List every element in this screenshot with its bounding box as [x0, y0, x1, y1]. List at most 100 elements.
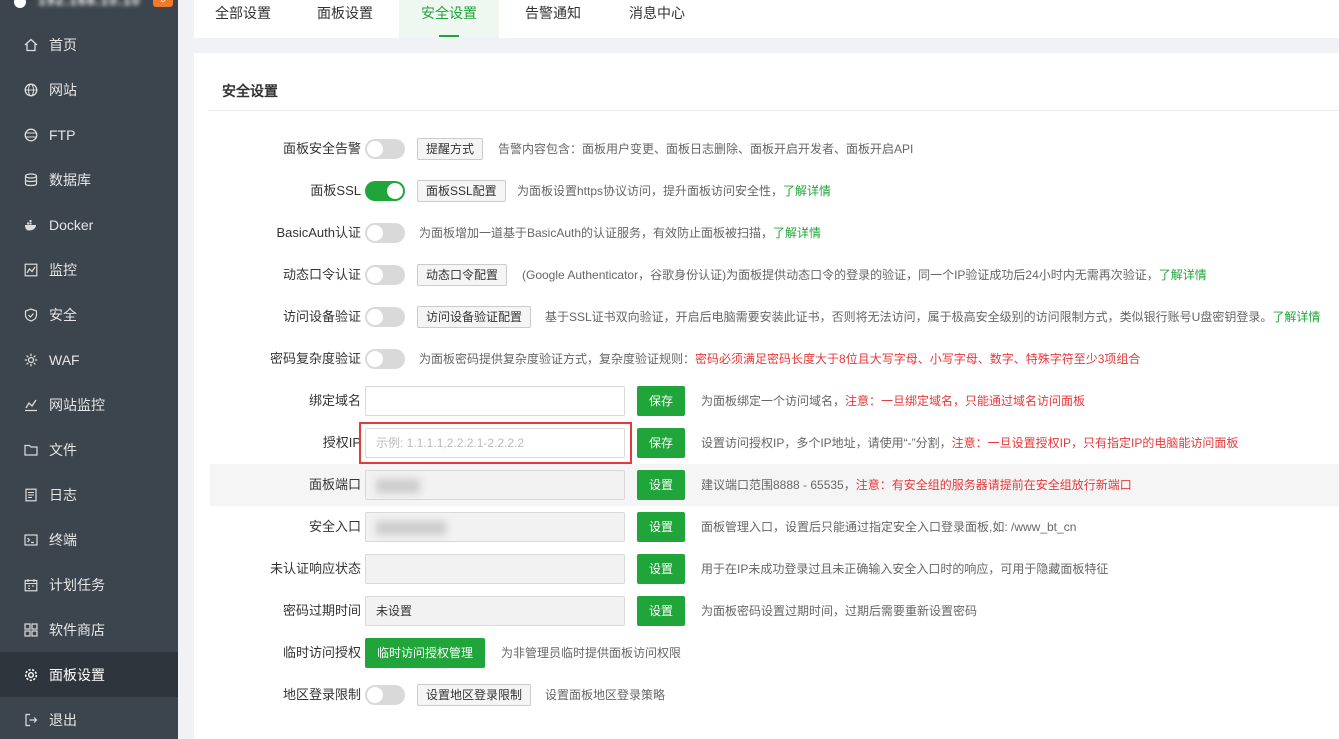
desc-text: 为面板增加一道基于BasicAuth的认证服务，有效防止面板被扫描， [419, 226, 774, 240]
sidebar-item-cron[interactable]: 计划任务 [0, 562, 178, 607]
sidebar-item-home[interactable]: 首页 [0, 22, 178, 67]
sidebar-item-app-store[interactable]: 软件商店 [0, 607, 178, 652]
sidebar-item-label: 数据库 [49, 171, 91, 188]
panel-ssl-toggle[interactable] [365, 181, 405, 201]
ssl-config-button[interactable]: 面板SSL配置 [417, 180, 506, 202]
toggle-knob [367, 309, 383, 325]
region-login-config-button[interactable]: 设置地区登录限制 [417, 684, 532, 706]
row-desc: 为面板增加一道基于BasicAuth的认证服务，有效防止面板被扫描，了解详情 [419, 212, 821, 254]
row-desc: 为面板绑定一个访问域名，注意：一旦绑定域名，只能通过域名访问面板 [701, 380, 1085, 422]
sidebar-item-security[interactable]: 安全 [0, 292, 178, 337]
learn-more-link[interactable]: 了解详情 [783, 184, 831, 198]
row-totp: 动态口令认证 动态口令配置 (Google Authenticator，谷歌身份… [210, 254, 1339, 296]
row-label: 密码过期时间 [282, 603, 361, 618]
tab-all-settings[interactable]: 全部设置 [194, 0, 292, 38]
row-label: 动态口令认证 [282, 267, 361, 282]
server-name: 192.168.10.10 [38, 0, 141, 8]
globe-icon [24, 83, 38, 97]
sidebar-item-logout[interactable]: 退出 [0, 697, 178, 739]
tab-alert-notify[interactable]: 告警通知 [503, 0, 603, 38]
apps-icon [24, 622, 38, 637]
row-unauth-response: 未认证响应状态 设置 用于在IP未成功登录过且未正确输入安全入口时的响应，可用于… [210, 548, 1339, 590]
password-complexity-toggle[interactable] [365, 349, 405, 369]
sidebar-item-label: 网站 [49, 81, 77, 98]
tab-panel-settings[interactable]: 面板设置 [296, 0, 394, 38]
domain-input[interactable] [365, 386, 625, 416]
highlight-box [359, 422, 632, 464]
totp-config-button[interactable]: 动态口令配置 [417, 264, 508, 286]
totp-toggle[interactable] [365, 265, 405, 285]
sidebar-item-label: 退出 [49, 711, 77, 728]
sidebar-item-label: Docker [49, 216, 94, 233]
security-settings-panel: 安全设置 面板安全告警 提醒方式 告警内容包含：面板用户变更、面板日志删除、面板… [194, 53, 1339, 739]
toggle-knob [367, 225, 383, 241]
learn-more-link[interactable]: 了解详情 [1272, 310, 1320, 324]
tab-message-center[interactable]: 消息中心 [607, 0, 707, 38]
row-label: 绑定域名 [308, 393, 361, 408]
ftp-icon [24, 128, 38, 142]
panel-alert-toggle[interactable] [365, 139, 405, 159]
save-domain-button[interactable]: 保存 [637, 386, 686, 416]
gear-icon [24, 668, 38, 682]
sidebar-item-terminal[interactable]: 终端 [0, 517, 178, 562]
sidebar-item-label: 终端 [49, 531, 77, 548]
row-label: 临时访问授权 [282, 645, 361, 660]
tab-security-settings[interactable]: 安全设置 [399, 0, 499, 38]
folder-icon [24, 443, 38, 457]
home-icon [24, 38, 38, 52]
set-expire-button[interactable]: 设置 [637, 596, 686, 626]
row-temp-access: 临时访问授权 临时访问授权管理 为非管理员临时提供面板访问权限 [210, 632, 1339, 674]
unauth-response-input[interactable] [365, 554, 625, 584]
desc-text: 为面板密码提供复杂度验证方式，复杂度验证规则： [419, 352, 696, 366]
row-desc: 用于在IP未成功登录过且未正确输入安全入口时的响应，可用于隐藏面板特征 [701, 562, 1109, 576]
toggle-knob [367, 141, 383, 157]
set-unauth-button[interactable]: 设置 [637, 554, 686, 584]
region-login-toggle[interactable] [365, 685, 405, 705]
sidebar-item-label: 安全 [49, 306, 77, 323]
sidebar-item-site-monitor[interactable]: 网站监控 [0, 382, 178, 427]
docker-icon [24, 218, 38, 232]
sidebar-item-database[interactable]: 数据库 [0, 157, 178, 202]
desc-text: 设置访问授权IP，多个IP地址，请使用“-”分割， [701, 436, 952, 450]
row-desc: (Google Authenticator，谷歌身份认证)为面板提供动态口令的登… [522, 254, 1207, 296]
log-icon [24, 488, 38, 502]
row-authorized-ip: 授权IP 示例: 1.1.1.1,2.2.2.1-2.2.2.2 保存 设置访问… [210, 422, 1339, 464]
sidebar-item-label: 面板设置 [49, 666, 105, 683]
panel-port-input[interactable] [365, 470, 625, 500]
monitor-icon [24, 263, 38, 277]
sidebar-item-logs[interactable]: 日志 [0, 472, 178, 517]
sidebar-item-docker[interactable]: Docker [0, 202, 178, 247]
temp-access-manage-button[interactable]: 临时访问授权管理 [365, 638, 486, 668]
sidebar-item-monitor[interactable]: 监控 [0, 247, 178, 292]
notification-badge[interactable]: 0 [153, 0, 173, 7]
password-expire-input[interactable]: 未设置 [365, 596, 625, 626]
settings-tabs: 全部设置 面板设置 安全设置 告警通知 消息中心 [194, 0, 1339, 38]
save-ip-button[interactable]: 保存 [637, 428, 686, 458]
sidebar-item-files[interactable]: 文件 [0, 427, 178, 472]
device-verify-config-button[interactable]: 访问设备验证配置 [417, 306, 532, 328]
learn-more-link[interactable]: 了解详情 [1159, 268, 1207, 282]
sidebar-item-ftp[interactable]: FTP [0, 112, 178, 157]
warning-text: 注意：一旦设置授权IP，只有指定IP的电脑能访问面板 [951, 436, 1239, 450]
sidebar-item-waf[interactable]: WAF [0, 337, 178, 382]
security-entry-input[interactable] [365, 512, 625, 542]
brand: 192.168.10.10 0 [0, 0, 178, 22]
set-port-button[interactable]: 设置 [637, 470, 686, 500]
row-security-entry: 安全入口 设置 面板管理入口，设置后只能通过指定安全入口登录面板,如: /www… [210, 506, 1339, 548]
sidebar-item-website[interactable]: 网站 [0, 67, 178, 112]
sidebar-item-panel-settings[interactable]: 面板设置 [0, 652, 178, 697]
alert-method-button[interactable]: 提醒方式 [417, 138, 484, 160]
redacted-value [376, 479, 420, 493]
desc-text: 建议端口范围8888 - 65535， [701, 478, 856, 492]
device-verify-toggle[interactable] [365, 307, 405, 327]
learn-more-link[interactable]: 了解详情 [773, 226, 821, 240]
row-label: 安全入口 [308, 519, 361, 534]
sidebar-item-label: 网站监控 [49, 396, 105, 413]
set-entry-button[interactable]: 设置 [637, 512, 686, 542]
row-label: 面板安全告警 [282, 141, 361, 156]
row-label: 密码复杂度验证 [269, 351, 361, 366]
row-label: BasicAuth认证 [276, 225, 361, 240]
warning-text: 注意：一旦绑定域名，只能通过域名访问面板 [845, 394, 1086, 408]
warning-text: 注意：有安全组的服务器请提前在安全组放行新端口 [855, 478, 1132, 492]
basic-auth-toggle[interactable] [365, 223, 405, 243]
